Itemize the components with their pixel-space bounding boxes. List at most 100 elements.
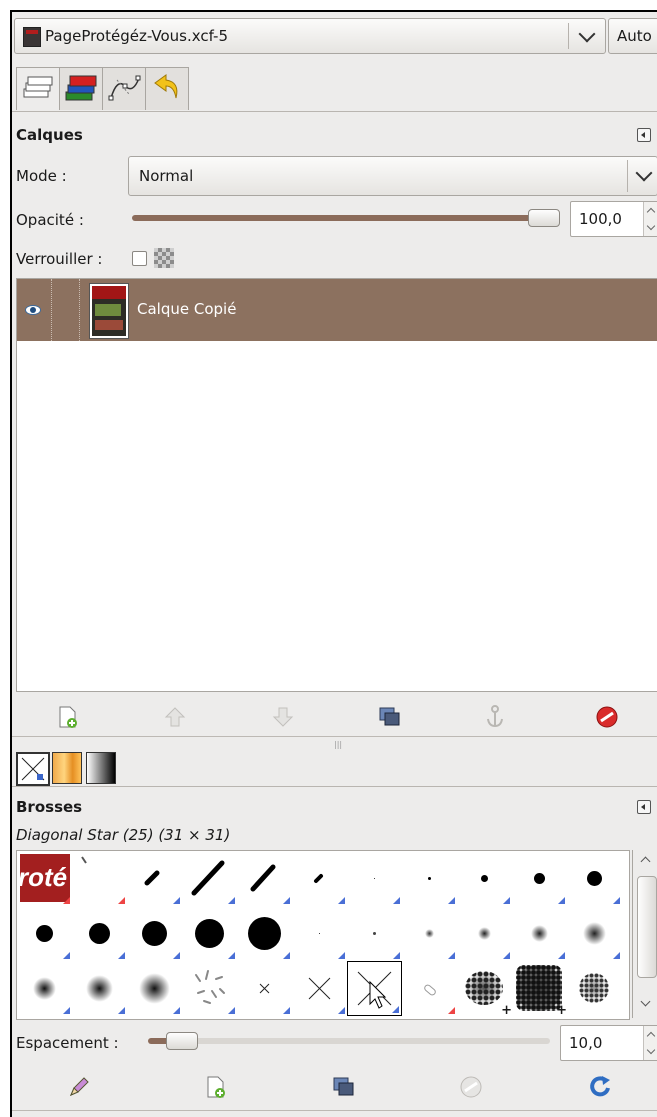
layers-icon: [23, 76, 53, 98]
chevron-up-icon: [646, 1031, 656, 1041]
tab-layers[interactable]: [16, 67, 60, 110]
spacing-label: Espacement :: [16, 1034, 119, 1052]
brush-cell[interactable]: [127, 906, 182, 961]
divider: [12, 1110, 657, 1111]
edit-brush-icon[interactable]: [66, 1074, 92, 1100]
brush-cell[interactable]: [512, 851, 567, 906]
opacity-slider[interactable]: [132, 209, 560, 227]
brush-cell[interactable]: [237, 906, 292, 961]
brush-cell[interactable]: [182, 851, 237, 906]
auto-button[interactable]: Auto: [608, 18, 657, 54]
brush-cell[interactable]: [347, 906, 402, 961]
brush-cell[interactable]: [292, 851, 347, 906]
chevron-down-icon: [635, 164, 653, 182]
divider: [568, 23, 569, 49]
brush-cell[interactable]: [567, 961, 622, 1016]
brush-cell[interactable]: [402, 851, 457, 906]
brush-cell[interactable]: [402, 906, 457, 961]
brush-cell[interactable]: [127, 961, 182, 1016]
brush-cell[interactable]: [347, 851, 402, 906]
chevron-up-icon: [646, 207, 656, 217]
brush-grid-scrollbar[interactable]: [632, 850, 657, 1018]
brush-cell[interactable]: [457, 851, 512, 906]
brush-cell[interactable]: [567, 906, 622, 961]
visibility-eye-icon[interactable]: [25, 305, 41, 315]
anchor-layer-icon[interactable]: [482, 704, 508, 730]
spin-arrows[interactable]: [643, 1026, 657, 1060]
spin-arrows[interactable]: [643, 202, 657, 236]
gimp-dock: PageProtégéz-Vous.xcf-5 Auto Calques Mod…: [10, 10, 657, 1117]
lock-alpha-checkbox[interactable]: [132, 251, 147, 266]
opacity-label: Opacité :: [16, 211, 84, 229]
new-brush-icon[interactable]: [202, 1074, 228, 1100]
brush-cell[interactable]: [127, 851, 182, 906]
raise-layer-icon[interactable]: [162, 704, 188, 730]
mode-label: Mode :: [16, 167, 67, 185]
brush-cell[interactable]: [182, 906, 237, 961]
tab-patterns[interactable]: [52, 752, 82, 784]
opacity-spinbox[interactable]: 100,0: [570, 201, 657, 237]
brush-cell[interactable]: [237, 961, 292, 1016]
opacity-slider-handle[interactable]: [528, 209, 560, 227]
tab-channels[interactable]: [59, 67, 103, 110]
divider: [627, 160, 628, 192]
scrollbar-thumb[interactable]: [637, 876, 657, 978]
pane-resize-handle[interactable]: |||: [334, 740, 342, 749]
brush-cell[interactable]: [292, 906, 347, 961]
delete-brush-icon[interactable]: [458, 1074, 484, 1100]
brush-cell[interactable]: [457, 906, 512, 961]
auto-button-label: Auto: [617, 27, 652, 45]
channels-icon: [65, 75, 97, 101]
plus-icon: +: [501, 1003, 512, 1018]
dock-menu-icon[interactable]: [637, 800, 651, 814]
brush-cell[interactable]: [402, 961, 457, 1016]
brush-cell[interactable]: [182, 961, 237, 1016]
brushes-title: Brosses: [16, 798, 83, 816]
brush-cell[interactable]: [292, 961, 347, 1016]
brush-cell[interactable]: [237, 851, 292, 906]
image-selector-label: PageProtégéz-Vous.xcf-5: [45, 27, 229, 45]
brush-cell[interactable]: roté: [17, 851, 72, 906]
delete-layer-icon[interactable]: [594, 704, 620, 730]
duplicate-brush-icon[interactable]: [330, 1074, 356, 1100]
lower-layer-icon[interactable]: [270, 704, 296, 730]
tab-undo-history[interactable]: [145, 67, 189, 110]
dock-menu-icon[interactable]: [637, 128, 651, 142]
mode-select[interactable]: Normal: [128, 156, 657, 196]
spacing-slider-handle[interactable]: [166, 1032, 198, 1050]
lock-label: Verrouiller :: [16, 250, 103, 268]
dock-tabs: [12, 65, 657, 112]
mode-value: Normal: [139, 167, 194, 185]
brush-cell[interactable]: [72, 961, 127, 1016]
brush-cell[interactable]: +: [512, 961, 567, 1018]
tab-paths[interactable]: [102, 67, 146, 110]
spacing-spinbox[interactable]: 10,0: [560, 1025, 657, 1061]
image-selector[interactable]: PageProtégéz-Vous.xcf-5: [14, 18, 606, 54]
brush-cell[interactable]: [72, 906, 127, 961]
layer-row[interactable]: Calque Copié: [17, 279, 657, 341]
brush-cell[interactable]: [567, 851, 622, 906]
brush-cell[interactable]: [17, 961, 72, 1016]
refresh-brushes-icon[interactable]: [588, 1074, 614, 1100]
undo-icon: [154, 74, 178, 99]
layer-name: Calque Copié: [137, 300, 237, 318]
layers-title: Calques: [16, 126, 83, 144]
duplicate-layer-icon[interactable]: [376, 704, 402, 730]
lock-alpha-icon: [154, 248, 174, 268]
plus-icon: +: [556, 1003, 567, 1018]
chevron-down-icon: [646, 1045, 656, 1055]
new-layer-icon[interactable]: [54, 704, 80, 730]
spacing-slider[interactable]: [148, 1032, 550, 1050]
brush-cell[interactable]: [512, 906, 567, 961]
divider: [79, 279, 81, 341]
divider: [51, 279, 53, 341]
brush-cell[interactable]: [17, 906, 72, 961]
tab-brushes[interactable]: [16, 752, 50, 786]
brush-thumbnail-text: roté: [20, 862, 68, 892]
tab-gradients[interactable]: [86, 752, 116, 784]
brush-cell[interactable]: +: [457, 961, 512, 1018]
layer-list: Calque Copié: [16, 278, 657, 692]
brush-cell-selected[interactable]: [347, 961, 402, 1016]
brush-cell[interactable]: [72, 851, 127, 906]
divider: [12, 736, 657, 737]
